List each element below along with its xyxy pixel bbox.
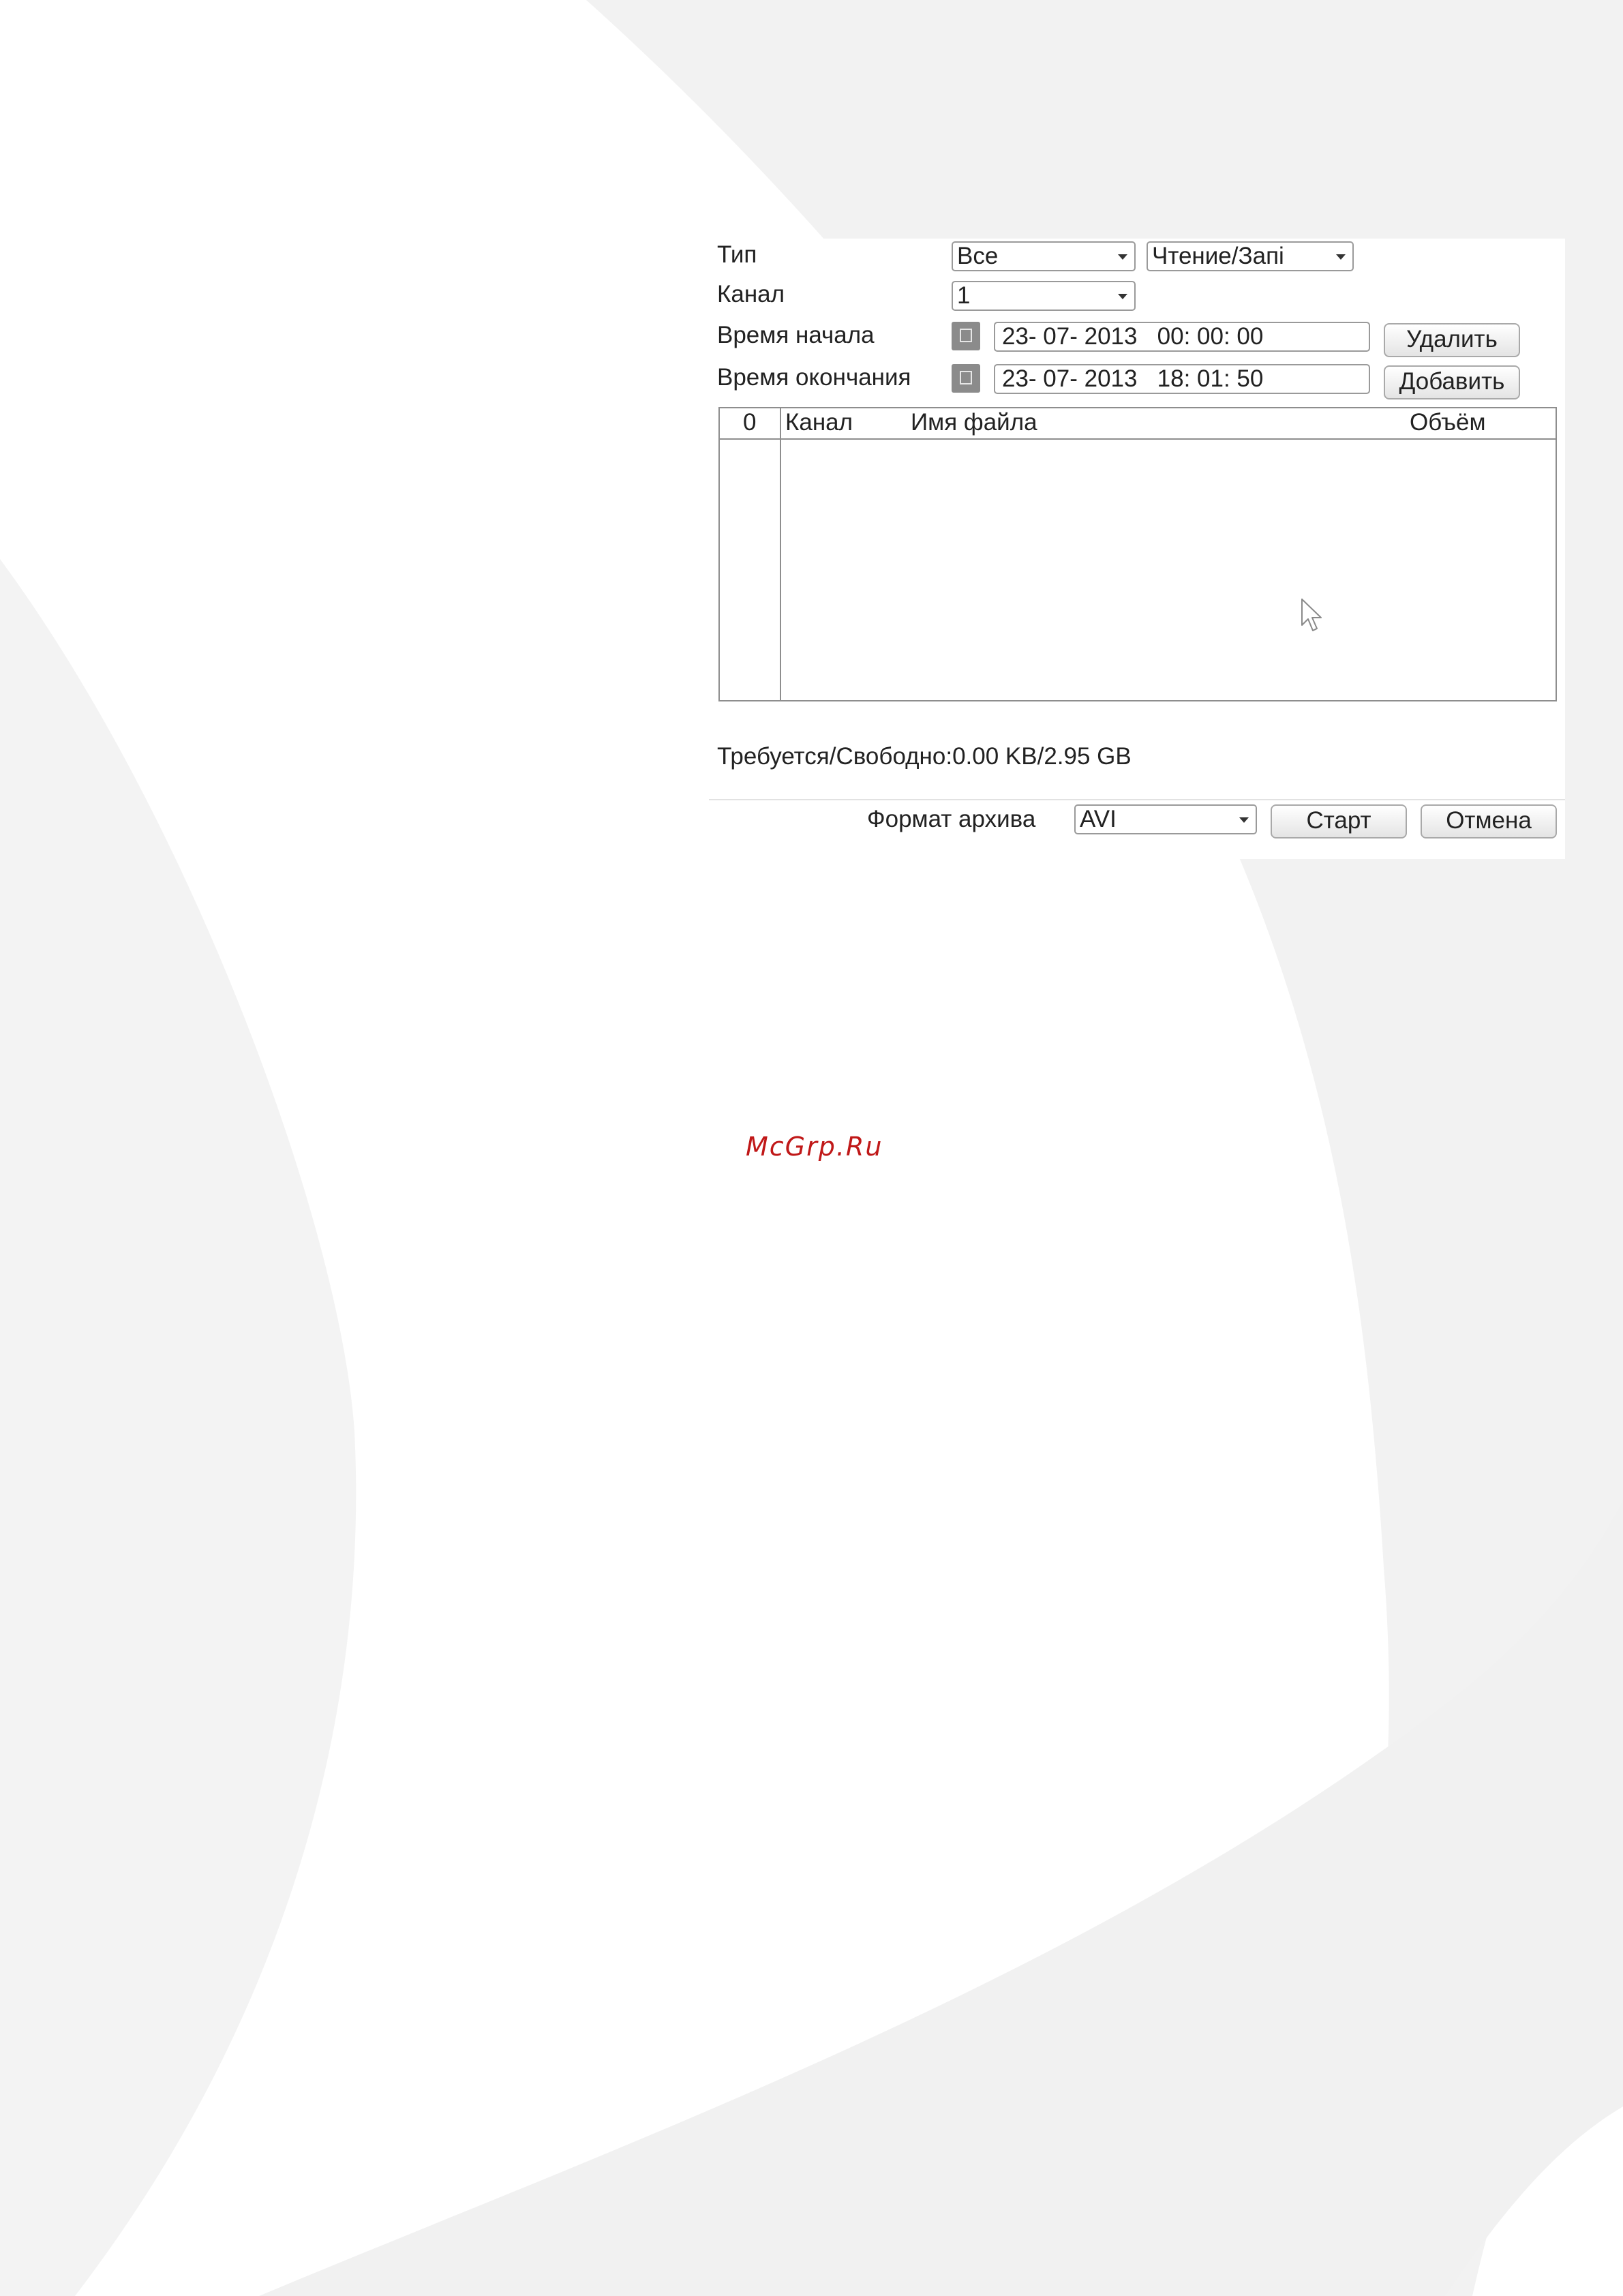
dropdown-arrow-icon [1118, 254, 1127, 260]
watermark: McGrp.Ru [746, 1132, 883, 1162]
type-select[interactable]: Все [952, 241, 1136, 271]
column-header-channel[interactable]: Канал [785, 409, 853, 436]
start-button[interactable]: Старт [1271, 804, 1407, 839]
mouse-cursor-icon [1301, 599, 1322, 631]
file-table[interactable]: 0 Канал Имя файла Объём [718, 407, 1557, 701]
table-column-divider [780, 408, 781, 700]
mode-select-value: Чтение/Запі [1152, 243, 1284, 269]
column-header-filename[interactable]: Имя файла [911, 409, 1037, 436]
footer-divider [709, 799, 1565, 800]
archive-format-select[interactable]: AVI [1074, 804, 1257, 834]
channel-select[interactable]: 1 [952, 281, 1136, 311]
dropdown-arrow-icon [1336, 254, 1346, 260]
column-header-index[interactable]: 0 [743, 409, 756, 436]
swirl-band-left [0, 559, 357, 2296]
channel-label: Канал [717, 281, 785, 307]
dropdown-arrow-icon [1239, 817, 1249, 823]
archive-format-label: Формат архива [867, 806, 1036, 832]
calendar-icon[interactable] [952, 322, 980, 350]
dropdown-arrow-icon [1118, 294, 1127, 299]
backup-dialog: Тип Все Чтение/Запі Канал 1 Время начала… [709, 239, 1565, 859]
type-select-value: Все [957, 243, 999, 269]
storage-status: Требуется/Свободно:0.00 KB/2.95 GB [717, 743, 1132, 770]
table-header: 0 Канал Имя файла Объём [720, 408, 1556, 440]
end-time-label: Время окончания [717, 364, 911, 391]
type-label: Тип [717, 241, 757, 268]
end-time-value: 23- 07- 2013 18: 01: 50 [1002, 365, 1264, 392]
column-header-size[interactable]: Объём [1410, 409, 1486, 436]
end-time-input[interactable]: 23- 07- 2013 18: 01: 50 [994, 364, 1370, 394]
channel-select-value: 1 [957, 282, 971, 309]
calendar-icon[interactable] [952, 364, 980, 393]
start-time-value: 23- 07- 2013 00: 00: 00 [1002, 323, 1264, 350]
archive-format-value: AVI [1080, 806, 1117, 832]
start-time-input[interactable]: 23- 07- 2013 00: 00: 00 [994, 322, 1370, 352]
add-button[interactable]: Добавить [1384, 365, 1520, 399]
start-time-label: Время начала [717, 322, 875, 348]
cancel-button[interactable]: Отмена [1421, 804, 1557, 839]
mode-select[interactable]: Чтение/Запі [1147, 241, 1354, 271]
delete-button[interactable]: Удалить [1384, 323, 1520, 357]
